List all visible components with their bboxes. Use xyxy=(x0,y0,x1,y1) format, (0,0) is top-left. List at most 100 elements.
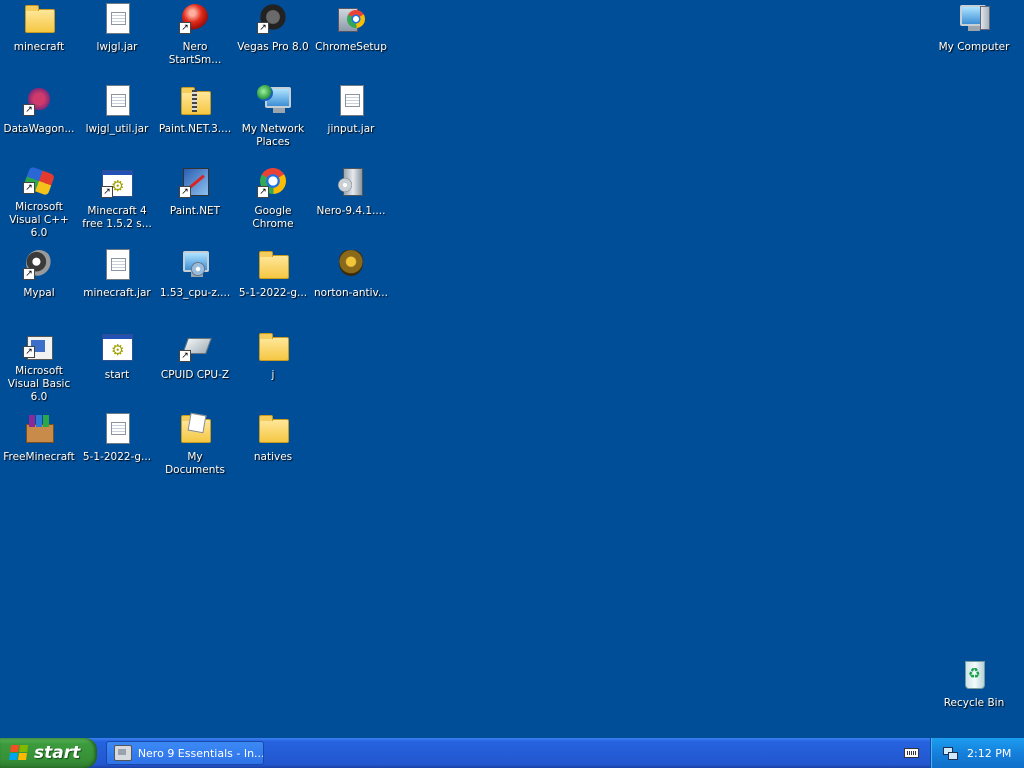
nero-app-icon xyxy=(114,745,132,761)
visual-cpp-icon: ↗ xyxy=(23,166,55,196)
desktop-icon-google-chrome[interactable]: ↗ Google Chrome xyxy=(234,164,312,240)
system-tray: 2:12 PM xyxy=(930,738,1024,768)
start-button[interactable]: start xyxy=(0,738,97,768)
shortcut-arrow-icon: ↗ xyxy=(23,104,35,116)
desktop-icon-5-1-2022-folder[interactable]: 5-1-2022-g... xyxy=(234,246,312,322)
nero-startsmart-icon: ↗ xyxy=(179,2,211,34)
clock[interactable]: 2:12 PM xyxy=(967,747,1011,760)
shortcut-arrow-icon: ↗ xyxy=(257,22,269,34)
desktop-icon-minecraft-jar[interactable]: minecraft.jar xyxy=(78,246,156,322)
desktop-icon-jinput-jar[interactable]: jinput.jar xyxy=(312,82,390,158)
winrar-archive-icon xyxy=(23,412,55,444)
desktop-icon-label: My Computer xyxy=(938,41,1010,53)
shortcut-arrow-icon: ↗ xyxy=(23,346,35,358)
desktop-icon-cpuid-cpu-z[interactable]: ↗ CPUID CPU-Z xyxy=(156,328,234,404)
desktop-icon-visual-cpp[interactable]: ↗ Microsoft Visual C++ 6.0 xyxy=(0,164,78,240)
chrome-setup-icon xyxy=(335,2,367,34)
desktop-icon-nero-startsmart[interactable]: ↗ Nero StartSm... xyxy=(156,0,234,76)
desktop-icon-label: j xyxy=(271,369,275,381)
desktop-icon-label: My Documents xyxy=(165,451,225,476)
desktop-icon-nero-installer[interactable]: Nero-9.4.1.... xyxy=(312,164,390,240)
desktop-icon-label: Paint.NET xyxy=(169,205,221,217)
desktop-icon-visual-basic[interactable]: ↗ Microsoft Visual Basic 6.0 xyxy=(0,328,78,404)
desktop-icon-paint-net-zip[interactable]: Paint.NET.3.... xyxy=(156,82,234,158)
folder-icon xyxy=(23,2,55,34)
desktop-icon-my-documents[interactable]: My Documents xyxy=(156,410,234,486)
desktop-icon-paint-net[interactable]: ↗ Paint.NET xyxy=(156,164,234,240)
desktop-icon-minecraft-4-free[interactable]: ↗ Minecraft 4 free 1.5.2 s... xyxy=(78,164,156,240)
desktop-icon-lwjgl-jar[interactable]: lwjgl.jar xyxy=(78,0,156,76)
desktop-icon-vegas-pro[interactable]: ↗ Vegas Pro 8.0 xyxy=(234,0,312,76)
desktop-icon-mypal[interactable]: ↗ Mypal xyxy=(0,246,78,322)
jar-file-icon xyxy=(101,84,133,116)
desktop-icon-label: Recycle Bin xyxy=(943,697,1005,709)
shortcut-arrow-icon: ↗ xyxy=(23,268,35,280)
desktop-icon-label: Microsoft Visual C++ 6.0 xyxy=(9,201,69,239)
visual-basic-icon: ↗ xyxy=(23,330,55,360)
jar-file-icon xyxy=(101,248,133,280)
my-computer-icon xyxy=(958,2,990,34)
desktop-icon-label: My Network Places xyxy=(241,123,305,148)
desktop-icon-label: 1.53_cpu-z.... xyxy=(159,287,231,299)
desktop-icon-label: Google Chrome xyxy=(252,205,294,230)
desktop-icon-label: 5-1-2022-g... xyxy=(238,287,308,299)
shortcut-arrow-icon: ↗ xyxy=(179,350,191,362)
folder-icon xyxy=(257,248,289,280)
batch-file-icon: ↗ xyxy=(101,166,133,198)
desktop-icon-lwjgl-util-jar[interactable]: lwjgl_util.jar xyxy=(78,82,156,158)
desktop-icon-label: lwjgl_util.jar xyxy=(85,123,149,135)
vegas-pro-icon: ↗ xyxy=(257,2,289,34)
desktop-icon-natives-folder[interactable]: natives xyxy=(234,410,312,486)
desktop-icon-my-computer[interactable]: My Computer xyxy=(935,0,1013,76)
desktop-icon-recycle-bin[interactable]: Recycle Bin xyxy=(935,656,1013,732)
desktop-icon-minecraft-folder[interactable]: minecraft xyxy=(0,0,78,76)
nero-installer-icon xyxy=(335,166,367,198)
desktop-icon-norton-antivirus[interactable]: norton-antiv... xyxy=(312,246,390,322)
desktop-icon-start-batch[interactable]: start xyxy=(78,328,156,404)
desktop-icon-j-folder[interactable]: j xyxy=(234,328,312,404)
desktop-icon-cpu-z-installer[interactable]: 1.53_cpu-z.... xyxy=(156,246,234,322)
taskbar-window-nero-essentials[interactable]: Nero 9 Essentials - In... xyxy=(106,741,264,765)
desktop-icon-datawagon[interactable]: ↗ DataWagon... xyxy=(0,82,78,158)
datawagon-icon: ↗ xyxy=(23,84,55,116)
folder-icon xyxy=(257,330,289,362)
zip-folder-icon xyxy=(179,84,211,116)
taskbar: start Nero 9 Essentials - In... 2:12 PM xyxy=(0,738,1024,768)
network-connection-icon[interactable] xyxy=(943,747,958,760)
desktop-icon-label: minecraft xyxy=(13,41,65,53)
my-documents-icon xyxy=(179,412,211,444)
windows-flag-icon xyxy=(9,745,29,761)
norton-icon xyxy=(335,248,367,280)
desktop-icon-5-1-2022-file[interactable]: 5-1-2022-g... xyxy=(78,410,156,486)
desktop: minecraft ↗ DataWagon... ↗ Microsoft Vis… xyxy=(0,0,1024,738)
cpu-z-installer-icon xyxy=(179,248,211,280)
shortcut-arrow-icon: ↗ xyxy=(101,186,113,198)
desktop-icon-label: Vegas Pro 8.0 xyxy=(237,41,309,53)
mypal-icon: ↗ xyxy=(23,248,55,280)
desktop-icon-label: CPUID CPU-Z xyxy=(160,369,230,381)
taskbar-window-label: Nero 9 Essentials - In... xyxy=(137,746,263,760)
shortcut-arrow-icon: ↗ xyxy=(179,22,191,34)
desktop-icon-chromesetup[interactable]: ChromeSetup xyxy=(312,0,390,76)
paint-net-icon: ↗ xyxy=(179,166,211,198)
jar-file-icon xyxy=(101,2,133,34)
desktop-icon-label: natives xyxy=(253,451,293,463)
desktop-icon-label: FreeMinecraft xyxy=(3,451,75,463)
shortcut-arrow-icon: ↗ xyxy=(23,182,35,194)
desktop-icon-my-network-places[interactable]: My Network Places xyxy=(234,82,312,158)
recycle-bin-icon xyxy=(958,658,990,690)
desktop-icon-label: minecraft.jar xyxy=(83,287,151,299)
desktop-icon-label: Nero StartSm... xyxy=(168,41,222,66)
keyboard-icon[interactable] xyxy=(904,748,919,758)
chrome-icon: ↗ xyxy=(257,166,289,198)
desktop-icon-label: norton-antiv... xyxy=(314,287,388,299)
desktop-icon-label: Mypal xyxy=(23,287,55,299)
desktop-icon-label: Minecraft 4 free 1.5.2 s... xyxy=(82,205,152,230)
desktop-icon-label: Nero-9.4.1.... xyxy=(316,205,386,217)
desktop-icon-label: jinput.jar xyxy=(327,123,375,135)
jar-file-icon xyxy=(101,412,133,444)
shortcut-arrow-icon: ↗ xyxy=(179,186,191,198)
desktop-icon-label: 5-1-2022-g... xyxy=(82,451,152,463)
desktop-icon-freeminecraft[interactable]: FreeMinecraft xyxy=(0,410,78,486)
batch-file-icon xyxy=(101,330,133,362)
